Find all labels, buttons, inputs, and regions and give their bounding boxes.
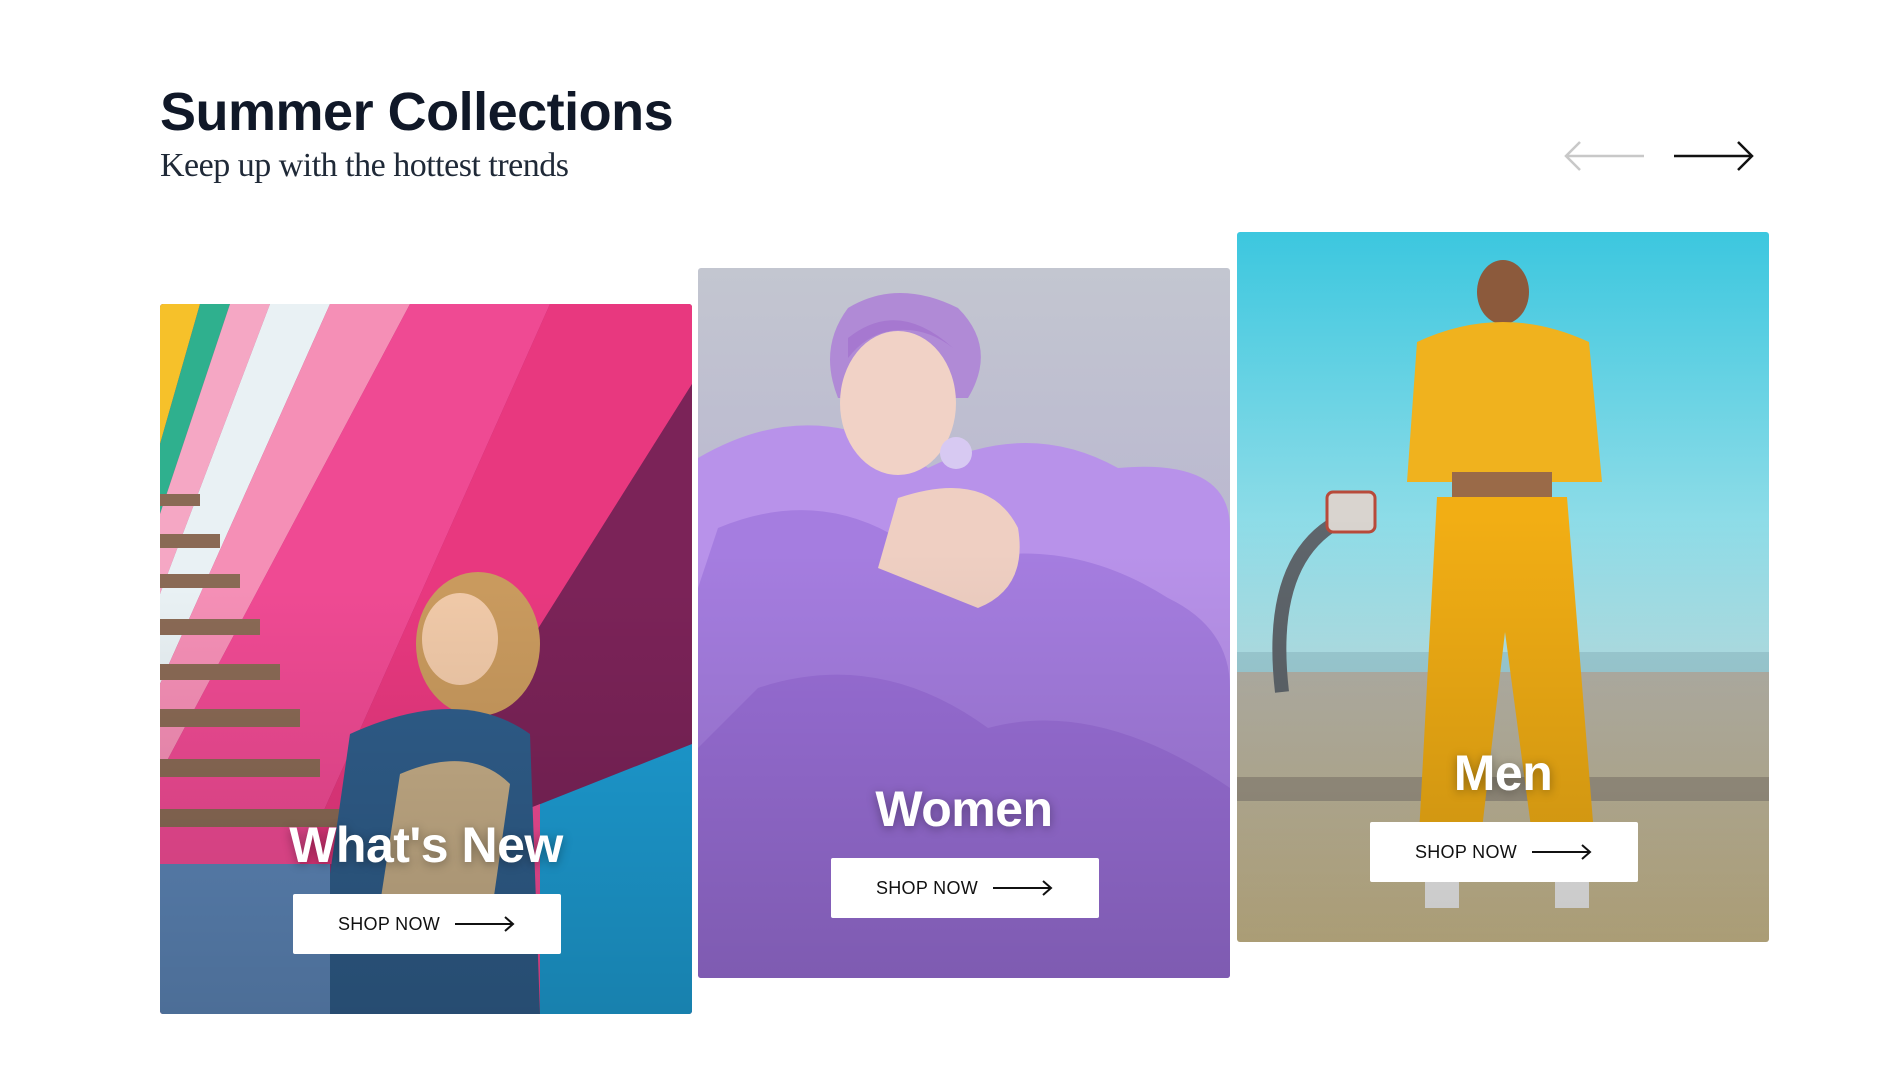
arrow-right-icon — [993, 880, 1053, 896]
collection-card-men[interactable]: Men SHOP NOW — [1237, 232, 1769, 942]
section-title: Summer Collections — [160, 82, 674, 142]
shop-now-button[interactable]: SHOP NOW — [293, 894, 561, 954]
shop-now-button[interactable]: SHOP NOW — [831, 858, 1099, 918]
arrow-right-icon — [1674, 141, 1754, 171]
section-subtitle: Keep up with the hottest trends — [160, 147, 569, 184]
collection-card-women[interactable]: Women SHOP NOW — [698, 268, 1230, 978]
section-header: Summer Collections Keep up with the hott… — [160, 78, 674, 186]
card-title: Women — [875, 781, 1053, 837]
card-title: Men — [1453, 745, 1553, 801]
shop-now-label: SHOP NOW — [875, 877, 979, 898]
shop-now-label: SHOP NOW — [1414, 841, 1518, 862]
card-title: What's New — [289, 817, 563, 873]
collection-card-whats-new[interactable]: What's New SHOP NOW — [160, 304, 692, 1014]
shop-now-button[interactable]: SHOP NOW — [1370, 822, 1638, 882]
arrow-right-icon — [455, 916, 515, 932]
carousel-prev-button[interactable] — [1560, 132, 1650, 180]
arrow-right-icon — [1532, 844, 1592, 860]
shop-now-label: SHOP NOW — [337, 913, 441, 934]
carousel-next-button[interactable] — [1668, 132, 1758, 180]
arrow-left-icon — [1564, 141, 1644, 171]
